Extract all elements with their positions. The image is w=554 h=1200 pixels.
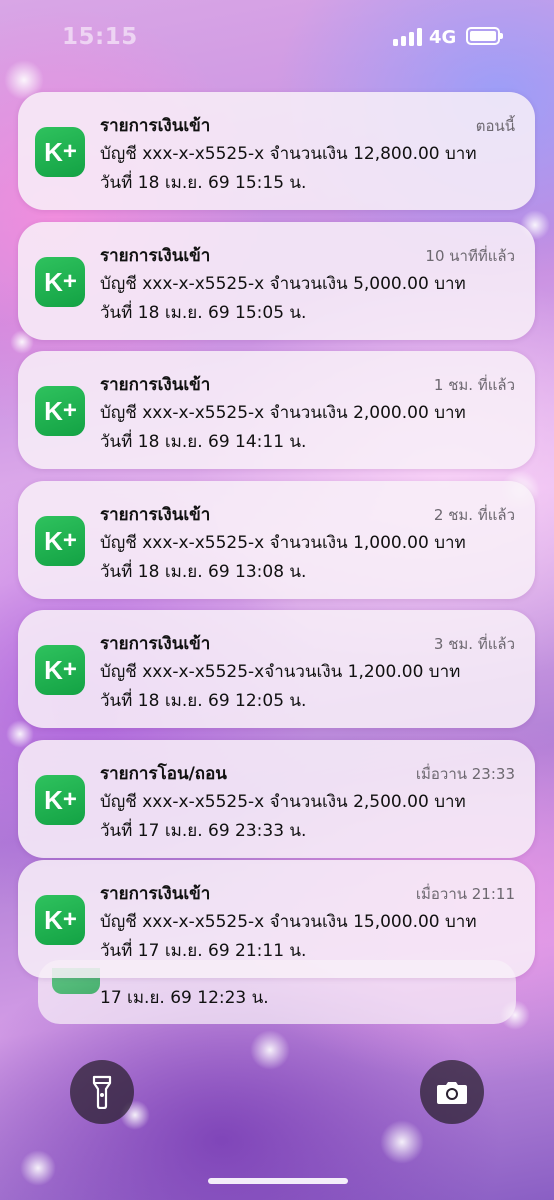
kplus-app-icon: K +: [35, 645, 85, 695]
status-bar: 15:15 4G: [0, 0, 554, 76]
notification-title: รายการเงินเข้า: [100, 116, 211, 136]
notification-body-account: บัญชี xxx-x-x5525-xจำนวนเงิน 1,200.00 บา…: [100, 662, 461, 682]
notification-time: 10 นาทีที่แล้ว: [425, 247, 515, 265]
notification-body-date: วันที่ 18 เม.ย. 69 15:05 น.: [100, 303, 307, 323]
kplus-app-icon: K +: [35, 386, 85, 436]
flashlight-button[interactable]: [70, 1060, 134, 1124]
home-indicator[interactable]: [208, 1178, 348, 1184]
notification-time: 3 ชม. ที่แล้ว: [433, 635, 515, 653]
notification-card[interactable]: K + รายการเงินเข้า 10 นาทีที่แล้ว บัญชี x…: [18, 222, 535, 340]
notification-body-account: บัญชี xxx-x-x5525-x จำนวนเงิน 5,000.00 บ…: [100, 274, 466, 294]
notification-body-account: บัญชี xxx-x-x5525-x จำนวนเงิน 15,000.00 …: [100, 912, 477, 932]
notification-body-date: วันที่ 18 เม.ย. 69 15:15 น.: [100, 173, 307, 193]
camera-icon: [437, 1082, 467, 1104]
stacked-notification-text: 17 เม.ย. 69 12:23 น.: [100, 988, 269, 1008]
notification-card[interactable]: K + รายการเงินเข้า 2 ชม. ที่แล้ว บัญชี xx…: [18, 481, 535, 599]
kplus-app-icon: K +: [35, 516, 85, 566]
notification-body-date: วันที่ 18 เม.ย. 69 12:05 น.: [100, 691, 307, 711]
flashlight-icon: [92, 1075, 112, 1109]
cellular-signal-icon: [393, 28, 423, 46]
battery-icon: [466, 27, 503, 45]
notification-title: รายการโอน/ถอน: [100, 764, 227, 784]
notification-body-date: วันที่ 18 เม.ย. 69 13:08 น.: [100, 562, 307, 582]
kplus-app-icon: K +: [35, 895, 85, 945]
notification-title: รายการเงินเข้า: [100, 634, 211, 654]
notification-body-account: บัญชี xxx-x-x5525-x จำนวนเงิน 2,000.00 บ…: [100, 403, 466, 423]
camera-button[interactable]: [420, 1060, 484, 1124]
notification-body-account: บัญชี xxx-x-x5525-x จำนวนเงิน 2,500.00 บ…: [100, 792, 466, 812]
notification-card[interactable]: K + รายการเงินเข้า ตอนนี้ บัญชี xxx-x-x55…: [18, 92, 535, 210]
notification-card[interactable]: K + รายการเงินเข้า เมื่อวาน 21:11 บัญชี x…: [18, 860, 535, 978]
kplus-app-icon: K +: [35, 257, 85, 307]
network-type: 4G: [429, 27, 457, 48]
notification-title: รายการเงินเข้า: [100, 884, 211, 904]
notification-card[interactable]: K + รายการเงินเข้า 1 ชม. ที่แล้ว บัญชี xx…: [18, 351, 535, 469]
status-time: 15:15: [62, 24, 138, 50]
notification-time: เมื่อวาน 21:11: [415, 885, 515, 903]
notification-card[interactable]: K + รายการเงินเข้า 3 ชม. ที่แล้ว บัญชี xx…: [18, 610, 535, 728]
notification-time: ตอนนี้: [475, 117, 515, 135]
kplus-app-icon: K +: [35, 127, 85, 177]
notification-title: รายการเงินเข้า: [100, 246, 211, 266]
notification-title: รายการเงินเข้า: [100, 375, 211, 395]
notification-title: รายการเงินเข้า: [100, 505, 211, 525]
notification-body-date: วันที่ 18 เม.ย. 69 14:11 น.: [100, 432, 307, 452]
notification-body-date: วันที่ 17 เม.ย. 69 23:33 น.: [100, 821, 307, 841]
notification-time: เมื่อวาน 23:33: [415, 765, 515, 783]
notification-body-account: บัญชี xxx-x-x5525-x จำนวนเงิน 1,000.00 บ…: [100, 533, 466, 553]
notification-body-date: วันที่ 17 เม.ย. 69 21:11 น.: [100, 941, 307, 961]
notification-body-account: บัญชี xxx-x-x5525-x จำนวนเงิน 12,800.00 …: [100, 144, 477, 164]
notification-time: 2 ชม. ที่แล้ว: [433, 506, 515, 524]
notification-time: 1 ชม. ที่แล้ว: [433, 376, 515, 394]
kplus-app-icon: K +: [35, 775, 85, 825]
notification-card[interactable]: K + รายการโอน/ถอน เมื่อวาน 23:33 บัญชี xx…: [18, 740, 535, 858]
